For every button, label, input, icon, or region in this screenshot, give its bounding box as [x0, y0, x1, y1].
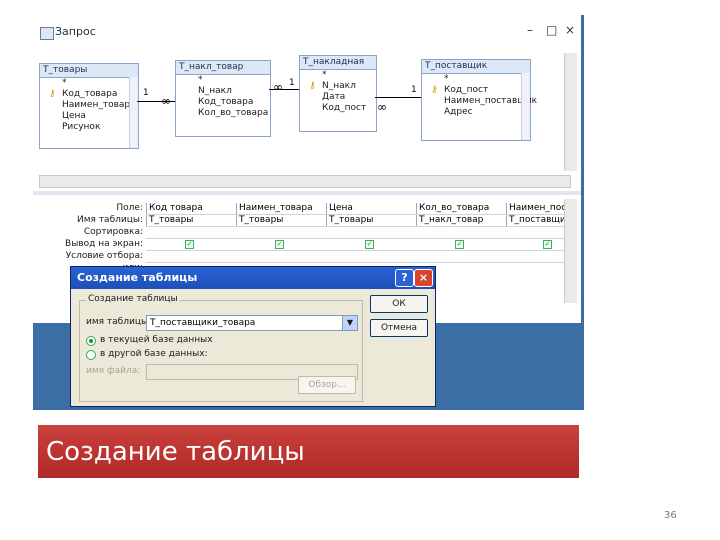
table-name-value: Т_поставщики_товара [150, 318, 256, 328]
horizontal-scrollbar[interactable] [39, 175, 571, 188]
grid-table-cell[interactable]: Т_товары [146, 215, 235, 226]
field-row[interactable]: ⚷ Код_товара [40, 89, 138, 100]
dialog-close-button[interactable]: × [414, 269, 433, 287]
field-row[interactable]: Код_пост [300, 103, 376, 114]
close-button[interactable]: × [565, 23, 575, 37]
dialog-titlebar: Создание таблицы ? × [71, 267, 435, 289]
group-label: Создание таблицы [86, 294, 180, 304]
file-name-label: имя файла: [86, 366, 141, 376]
field-row[interactable]: * [300, 70, 376, 81]
make-table-dialog: Создание таблицы ? × Создание таблицы им… [70, 266, 436, 407]
key-icon: ⚷ [431, 85, 438, 95]
slide-title: Создание таблицы [46, 437, 305, 467]
radio-current-db-label[interactable]: в текущей базе данных [100, 335, 213, 345]
show-checkbox[interactable]: ✓ [185, 240, 194, 249]
maximize-button[interactable]: □ [546, 23, 557, 37]
field-row[interactable]: * [40, 78, 138, 89]
table-tovary[interactable]: Т_товары * ⚷ Код_товара Наимен_товара Цен… [39, 63, 139, 149]
field-row[interactable]: ⚷ N_накл [300, 81, 376, 92]
field-row[interactable]: * [422, 74, 530, 85]
grid-field-cell[interactable]: Код товара [146, 203, 235, 214]
field-row[interactable]: Кол_во_товара [176, 108, 270, 119]
radio-current-db[interactable] [86, 336, 96, 346]
field-row[interactable]: * [176, 75, 270, 86]
show-checkbox[interactable]: ✓ [543, 240, 552, 249]
radio-other-db-label[interactable]: в другой базе данных: [100, 349, 208, 359]
grid-table-cell[interactable]: Т_товары [326, 215, 415, 226]
relation-one: 1 [143, 88, 149, 98]
grid-field-cell[interactable]: Наимен_товара [236, 203, 325, 214]
grid-table-cell[interactable]: Т_накл_товар [416, 215, 505, 226]
table-scrollbar[interactable] [521, 73, 530, 140]
row-label-show: Вывод на экран: [65, 239, 143, 249]
row-label-field: Поле: [116, 203, 143, 213]
query-titlebar: Запрос – □ × [33, 15, 581, 53]
query-title: Запрос [55, 25, 96, 38]
grid-vertical-scrollbar[interactable] [564, 199, 577, 303]
screenshot-area: Запрос – □ × Т_товары * ⚷ Код_товара Наим… [33, 15, 584, 410]
show-checkbox[interactable]: ✓ [455, 240, 464, 249]
radio-other-db[interactable] [86, 350, 96, 360]
field-row[interactable]: Наимен_поставщик [422, 96, 537, 107]
table-title[interactable]: Т_поставщик [422, 60, 530, 74]
field-row[interactable]: Наимен_товара [40, 100, 138, 111]
table-scrollbar[interactable] [129, 77, 138, 148]
row-label-sort: Сортировка: [83, 227, 143, 237]
table-name-combobox[interactable]: Т_поставщики_товара ▼ [146, 315, 358, 331]
table-nakladnaya[interactable]: Т_накладная * ⚷ N_накл Дата Код_пост [299, 55, 377, 132]
ok-button[interactable]: ОК [370, 295, 428, 313]
show-checkbox[interactable]: ✓ [365, 240, 374, 249]
field-row[interactable]: Рисунок [40, 122, 138, 133]
field-row[interactable]: Адрес [422, 107, 530, 118]
relation-one: 1 [289, 78, 295, 88]
vertical-scrollbar[interactable] [564, 53, 577, 171]
cancel-button[interactable]: Отмена [370, 319, 428, 337]
pane-splitter[interactable] [33, 191, 581, 195]
dialog-title: Создание таблицы [77, 271, 198, 284]
field-row[interactable]: Цена [40, 111, 138, 122]
query-icon [40, 27, 54, 40]
table-title[interactable]: Т_накл_товар [176, 61, 270, 75]
field-row[interactable]: ⚷ Код_пост [422, 85, 530, 96]
table-nakl-tovar[interactable]: Т_накл_товар * N_накл Код_товара Кол_во_… [175, 60, 271, 137]
key-icon: ⚷ [309, 81, 316, 91]
minimize-button[interactable]: – [527, 23, 533, 37]
table-title[interactable]: Т_накладная [300, 56, 376, 70]
browse-button: Обзор... [298, 376, 356, 394]
grid-field-cell[interactable]: Наимен_пос [506, 203, 565, 214]
key-icon: ⚷ [49, 89, 56, 99]
grid-table-cell[interactable]: Т_поставщик [506, 215, 565, 226]
field-row[interactable]: Код_товара [176, 97, 270, 108]
help-button[interactable]: ? [395, 269, 414, 287]
page-number: 36 [664, 510, 677, 521]
chevron-down-icon[interactable]: ▼ [342, 316, 357, 330]
show-checkbox[interactable]: ✓ [275, 240, 284, 249]
grid-field-cell[interactable]: Кол_во_товара [416, 203, 505, 214]
table-name-label: имя таблицы: [86, 317, 152, 327]
relation-line[interactable] [375, 97, 421, 98]
grid-field-cell[interactable]: Цена [326, 203, 415, 214]
table-postavshchik[interactable]: Т_поставщик * ⚷ Код_пост Наимен_поставщик… [421, 59, 537, 141]
grid-table-cell[interactable]: Т_товары [236, 215, 325, 226]
relation-many: ∞ [273, 80, 283, 94]
field-row[interactable]: N_накл [176, 86, 270, 97]
relation-one: 1 [411, 85, 417, 95]
relation-many: ∞ [377, 100, 387, 114]
field-row[interactable]: Дата [300, 92, 376, 103]
relation-many: ∞ [161, 94, 171, 108]
row-label-criteria: Условие отбора: [65, 251, 143, 261]
table-title[interactable]: Т_товары [40, 64, 138, 78]
slide-title-banner: Создание таблицы [38, 425, 579, 478]
row-label-table: Имя таблицы: [77, 215, 143, 225]
